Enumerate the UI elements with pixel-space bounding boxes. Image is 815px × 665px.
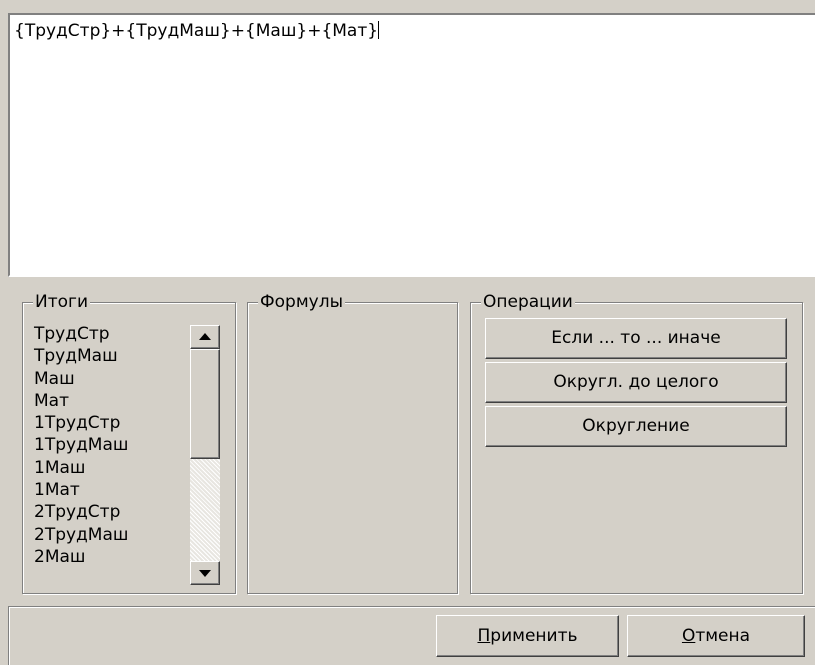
itogi-title: Итоги bbox=[33, 292, 91, 312]
formula-textarea[interactable]: {ТрудСтр}+{ТрудМаш}+{Маш}+{Мат} bbox=[8, 13, 815, 277]
apply-label: рименить bbox=[490, 626, 578, 646]
if-then-else-button[interactable]: Если ... то ... иначе bbox=[485, 318, 787, 359]
formuly-groupbox: Формулы bbox=[247, 292, 458, 594]
scroll-up-button[interactable] bbox=[190, 325, 220, 349]
cancel-button[interactable]: Отмена bbox=[627, 615, 805, 657]
cancel-label: тмена bbox=[695, 626, 751, 646]
formula-text: {ТрудСтр}+{ТрудМаш}+{Маш}+{Мат} bbox=[14, 21, 379, 41]
scroll-thumb[interactable] bbox=[190, 349, 220, 459]
arrow-up-icon bbox=[199, 333, 211, 340]
operacii-groupbox: Операции Если ... то ... иначе Округл. д… bbox=[470, 292, 803, 594]
rounding-button[interactable]: Округление bbox=[485, 406, 787, 447]
operacii-title: Операции bbox=[481, 292, 575, 312]
text-caret bbox=[378, 21, 380, 39]
apply-button[interactable]: Применить bbox=[436, 615, 619, 657]
scroll-down-button[interactable] bbox=[190, 561, 220, 585]
formula-editor-dialog: {ТрудСтр}+{ТрудМаш}+{Маш}+{Мат} Итоги Тр… bbox=[0, 0, 815, 665]
formuly-title: Формулы bbox=[258, 292, 345, 312]
itogi-groupbox: Итоги ТрудСтр ТрудМаш Маш Мат 1ТрудСтр 1… bbox=[22, 292, 236, 594]
apply-mnemonic: П bbox=[477, 626, 491, 646]
itogi-scrollbar[interactable] bbox=[190, 325, 220, 585]
round-to-integer-button[interactable]: Округл. до целого bbox=[485, 362, 787, 403]
cancel-mnemonic: О bbox=[681, 626, 696, 646]
arrow-down-icon bbox=[199, 570, 211, 577]
